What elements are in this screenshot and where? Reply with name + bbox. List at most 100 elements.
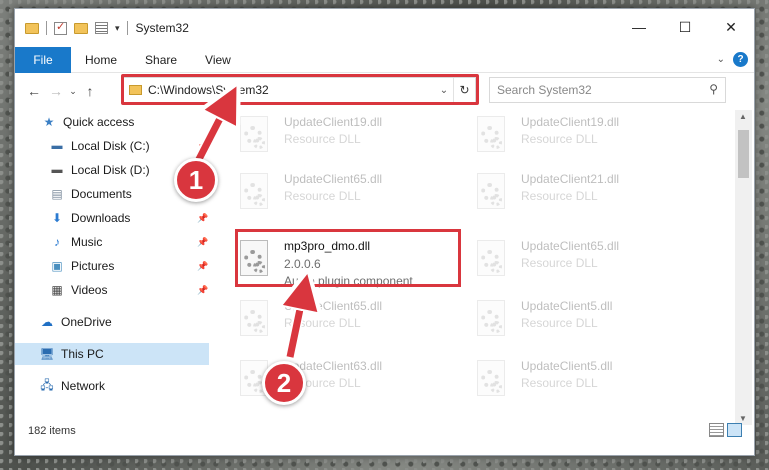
pin-icon[interactable]: 📌 [197, 237, 208, 248]
file-name: UpdateClient5.dll [521, 299, 613, 313]
properties-check-icon[interactable] [54, 20, 67, 35]
videos-icon: ▦ [51, 283, 63, 297]
forward-arrow-icon[interactable]: → [45, 83, 67, 99]
file-name: UpdateClient65.dll [284, 299, 383, 313]
tab-share[interactable]: Share [131, 53, 191, 67]
pin-icon[interactable]: 📌 [197, 141, 208, 152]
sidebar-item-label: OneDrive [61, 315, 112, 329]
dll-file-icon [474, 299, 512, 339]
status-bar: 182 items [15, 419, 754, 443]
file-description: Resource DLL [284, 189, 361, 203]
file-description: Resource DLL [521, 316, 598, 330]
drive-icon: ▬ [51, 164, 63, 176]
file-description: Resource DLL [521, 132, 598, 146]
ribbon-tabs: File Home Share View ⌄ ? [15, 46, 754, 73]
sidebar-item-label: Music [71, 235, 103, 249]
file-name: UpdateClient5.dll [521, 359, 613, 373]
sidebar-item-videos[interactable]: ▦ Videos [49, 283, 107, 297]
music-icon: ♪ [54, 235, 60, 249]
drive-icon: ▬ [51, 140, 63, 152]
details-view-icon[interactable] [709, 423, 724, 437]
navigation-bar: ← → ⌄ ↑ C:\Windows\System32 ⌄ ↻ Search S… [15, 73, 754, 109]
sidebar-item-this-pc[interactable]: 🖥 This PC [39, 347, 104, 361]
dll-file-icon [237, 299, 275, 339]
sidebar-item-local-disk-c[interactable]: ▬ Local Disk (C:) [49, 139, 150, 153]
minimize-button[interactable]: — [616, 9, 662, 45]
file-name: UpdateClient65.dll [521, 239, 620, 253]
tiles-view-icon[interactable] [727, 423, 742, 437]
sidebar-item-network[interactable]: 🖧 Network [39, 377, 106, 394]
address-highlight-box [121, 74, 479, 105]
sidebar-item-music[interactable]: ♪ Music [49, 235, 102, 249]
back-arrow-icon[interactable]: ← [23, 83, 45, 99]
file-description: Resource DLL [521, 376, 598, 390]
file-item[interactable]: UpdateClient19.dll Resource DLL [474, 115, 619, 155]
pin-icon[interactable]: 📌 [197, 261, 208, 272]
sidebar-item-onedrive[interactable]: ☁ OneDrive [39, 315, 112, 329]
folder-icon[interactable] [25, 22, 39, 34]
sidebar-item-pictures[interactable]: ▣ Pictures [49, 259, 114, 273]
sidebar-item-local-disk-d[interactable]: ▬ Local Disk (D:) [49, 163, 150, 177]
tab-view[interactable]: View [191, 53, 245, 67]
sidebar-item-label: Quick access [63, 115, 135, 129]
tab-file[interactable]: File [15, 46, 71, 73]
dll-file-icon [237, 115, 275, 155]
sidebar-item-quick-access[interactable]: ★ Quick access [41, 115, 135, 129]
toolbar-separator [126, 21, 128, 35]
sidebar-item-label: Videos [71, 283, 108, 297]
sidebar-item-label: Downloads [71, 211, 131, 225]
pin-icon[interactable]: 📌 [197, 285, 208, 296]
up-arrow-icon[interactable]: ↑ [79, 83, 101, 99]
scroll-up-arrow-icon[interactable]: ▲ [739, 112, 747, 121]
file-highlight-box [235, 229, 461, 287]
file-name: UpdateClient21.dll [521, 172, 620, 186]
file-item[interactable]: UpdateClient65.dll Resource DLL [237, 299, 382, 339]
file-item[interactable]: UpdateClient65.dll Resource DLL [474, 239, 619, 279]
window-title: System32 [135, 21, 189, 35]
expand-ribbon-chevron-icon[interactable]: ⌄ [717, 54, 725, 65]
customize-toolbar-chevron-icon[interactable]: ▾ [115, 23, 120, 34]
vertical-scrollbar[interactable]: ▲ ▼ [735, 110, 752, 425]
computer-icon: 🖥 [39, 347, 55, 361]
title-bar: ▾ System32 — ☐ ✕ [15, 9, 754, 47]
new-folder-icon[interactable] [74, 22, 88, 34]
pictures-icon: ▣ [51, 259, 63, 273]
search-input[interactable]: Search System32 ⚲ [489, 77, 726, 103]
file-item[interactable]: UpdateClient19.dll Resource DLL [237, 115, 382, 155]
cloud-icon: ☁ [41, 315, 53, 329]
sidebar-item-label: Local Disk (D:) [71, 163, 150, 177]
dll-file-icon [237, 172, 275, 212]
search-placeholder: Search System32 [497, 83, 592, 97]
network-icon: 🖧 [40, 377, 54, 392]
item-count: 182 items [28, 425, 76, 437]
help-icon[interactable]: ? [733, 52, 748, 67]
file-item[interactable]: UpdateClient5.dll Resource DLL [474, 359, 612, 399]
tab-home[interactable]: Home [71, 53, 131, 67]
file-item[interactable]: UpdateClient21.dll Resource DLL [474, 172, 619, 212]
sidebar-item-label: Local Disk (C:) [71, 139, 150, 153]
properties-icon[interactable] [95, 22, 108, 34]
close-button[interactable]: ✕ [708, 9, 754, 45]
callout-step-1: 1 [174, 158, 218, 202]
file-description: Resource DLL [521, 189, 598, 203]
dll-file-icon [474, 359, 512, 399]
sidebar-item-downloads[interactable]: ⬇ Downloads [49, 211, 130, 225]
maximize-button[interactable]: ☐ [662, 9, 708, 45]
sidebar-item-documents[interactable]: ▤ Documents [49, 187, 131, 201]
file-item[interactable]: UpdateClient5.dll Resource DLL [474, 299, 612, 339]
file-description: Resource DLL [521, 256, 598, 270]
documents-icon: ▤ [51, 187, 63, 201]
file-name: UpdateClient65.dll [284, 172, 383, 186]
recent-locations-chevron-icon[interactable]: ⌄ [67, 86, 79, 97]
file-item[interactable]: UpdateClient63.dll Resource DLL [237, 359, 382, 399]
file-description: Resource DLL [284, 132, 361, 146]
toolbar-separator [46, 21, 47, 35]
scrollbar-thumb[interactable] [738, 130, 749, 178]
navigation-pane: ★ Quick access ▬ Local Disk (C:) 📌 ▬ Loc… [15, 110, 211, 425]
file-item[interactable]: UpdateClient65.dll Resource DLL [237, 172, 382, 212]
search-icon[interactable]: ⚲ [709, 82, 718, 96]
sidebar-item-label: Network [61, 379, 106, 393]
pin-icon[interactable]: 📌 [197, 213, 208, 224]
sidebar-item-label: This PC [61, 347, 104, 361]
download-icon: ⬇ [51, 211, 63, 225]
